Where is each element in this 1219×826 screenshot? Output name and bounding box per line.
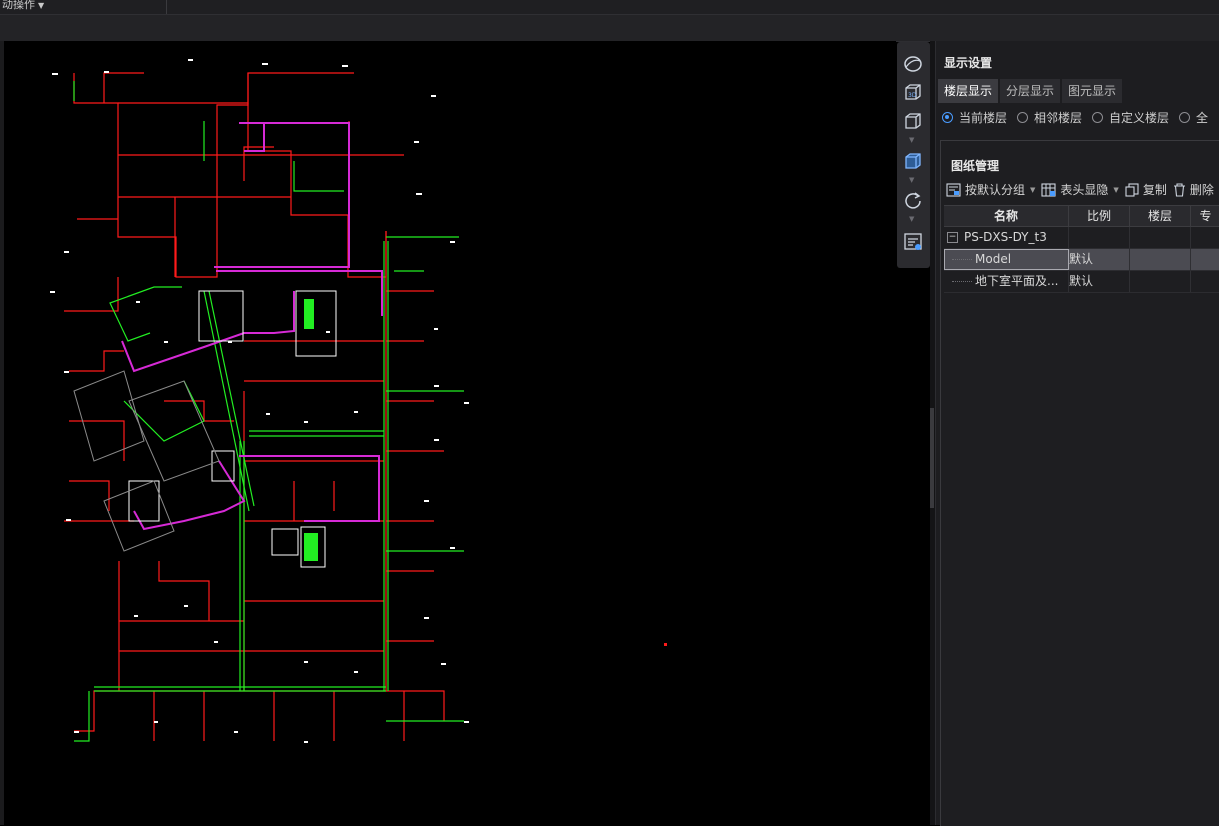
drawing-toolbar: 按默认分组 ▼ 表头显隐 ▼ 复制 删除 <box>946 181 1219 198</box>
radio-label: 当前楼层 <box>959 111 1008 125</box>
tree-root-label: PS-DXS-DY_t3 <box>964 230 1047 244</box>
radio-all-floors[interactable]: 全 <box>1179 109 1208 126</box>
radio-label: 自定义楼层 <box>1109 111 1170 125</box>
tab-element-display[interactable]: 图元显示 <box>1062 79 1123 103</box>
section-title: 图纸管理 <box>951 159 1000 173</box>
radio-unchecked-icon <box>1092 112 1104 123</box>
drawing-management-section: 图纸管理 按默认分组 ▼ 表头显隐 ▼ 复制 删除 名称 比例 楼层 专 − P… <box>940 140 1219 826</box>
table-header-icon <box>1041 182 1056 197</box>
copy-label: 复制 <box>1142 183 1167 197</box>
radio-adjacent-floor[interactable]: 相邻楼层 <box>1017 109 1082 126</box>
cube-filled-icon[interactable] <box>902 150 924 172</box>
top-menu-bar: 动操作 ▼ <box>0 0 1219 15</box>
chevron-down-icon[interactable]: ▼ <box>1113 186 1118 194</box>
table-row[interactable]: − PS-DXS-DY_t3 <box>944 227 1219 249</box>
delete-label: 删除 <box>1189 183 1214 197</box>
operation-menu[interactable]: 动操作 ▼ <box>2 0 44 12</box>
drawing-canvas[interactable] <box>4 41 896 825</box>
radio-unchecked-icon <box>1017 112 1029 123</box>
scale-cell <box>1069 227 1130 248</box>
column-name[interactable]: 名称 <box>944 206 1069 226</box>
radio-label: 全 <box>1196 111 1209 125</box>
group-icon <box>946 182 961 197</box>
column-discipline[interactable]: 专 <box>1191 206 1219 226</box>
trash-icon <box>1173 182 1186 197</box>
radio-custom-floor[interactable]: 自定义楼层 <box>1092 109 1169 126</box>
red-pipe-lines <box>64 72 445 741</box>
operation-menu-label: 动操作 <box>2 0 35 11</box>
view-toolbar: 3D ▼ ▼ ▼ <box>897 42 930 268</box>
discipline-cell[interactable] <box>1191 249 1219 270</box>
discipline-cell[interactable] <box>1191 271 1219 292</box>
tab-floor-display[interactable]: 楼层显示 <box>938 79 999 103</box>
radio-current-floor[interactable]: 当前楼层 <box>942 109 1007 126</box>
column-floor[interactable]: 楼层 <box>1130 206 1191 226</box>
cad-drawing <box>50 59 667 743</box>
chevron-down-icon[interactable]: ▼ <box>909 176 914 184</box>
floor-cell <box>1130 227 1191 248</box>
table-row[interactable]: 地下室平面及... 默认 <box>944 271 1219 293</box>
orbit-icon[interactable] <box>902 53 924 75</box>
panel-title: 显示设置 <box>944 56 993 70</box>
group-by-default-label: 按默认分组 <box>965 183 1026 197</box>
drawing-name-cell[interactable]: 地下室平面及... <box>944 271 1069 292</box>
display-settings-panel: 显示设置 楼层显示 分层显示 图元显示 当前楼层 相邻楼层 自定义楼层 全 图纸… <box>935 41 1219 826</box>
tab-layer-display[interactable]: 分层显示 <box>1000 79 1061 103</box>
green-lines <box>73 81 464 742</box>
table-header: 名称 比例 楼层 专 <box>944 205 1219 227</box>
toolbar-divider <box>166 0 167 14</box>
chevron-down-icon[interactable]: ▼ <box>1030 186 1035 194</box>
scale-cell[interactable]: 默认 <box>1069 271 1130 292</box>
3d-view-icon[interactable]: 3D <box>902 81 924 103</box>
floor-radio-group: 当前楼层 相邻楼层 自定义楼层 全 <box>942 109 1218 126</box>
splitter-handle[interactable] <box>930 408 934 508</box>
copy-icon <box>1125 182 1139 197</box>
floor-cell[interactable] <box>1130 249 1191 270</box>
stray-point <box>664 643 667 646</box>
tree-root-cell: − PS-DXS-DY_t3 <box>944 227 1069 248</box>
toggle-header-button[interactable]: 表头显隐 ▼ <box>1041 181 1119 198</box>
structure-outline <box>73 370 220 552</box>
toggle-header-label: 表头显隐 <box>1060 183 1109 197</box>
collapse-icon[interactable]: − <box>947 232 958 243</box>
group-by-default-button[interactable]: 按默认分组 ▼ <box>946 181 1035 198</box>
display-tabs: 楼层显示 分层显示 图元显示 <box>938 79 1124 103</box>
chevron-down-icon[interactable]: ▼ <box>909 136 914 144</box>
drawing-table: 名称 比例 楼层 专 − PS-DXS-DY_t3 Model 默认 地下室平面… <box>944 205 1219 293</box>
discipline-cell <box>1191 227 1219 248</box>
magenta-walls <box>121 122 383 531</box>
radio-label: 相邻楼层 <box>1034 111 1083 125</box>
radio-checked-icon <box>942 112 953 123</box>
copy-button[interactable]: 复制 <box>1125 181 1167 198</box>
radio-unchecked-icon <box>1179 112 1191 123</box>
floor-cell[interactable] <box>1130 271 1191 292</box>
properties-icon[interactable] <box>902 231 924 253</box>
cube-view-icon[interactable] <box>902 110 924 132</box>
drawing-name-cell[interactable]: Model <box>944 249 1069 270</box>
delete-button[interactable]: 删除 <box>1173 181 1214 198</box>
chevron-down-icon[interactable]: ▼ <box>909 215 914 223</box>
ribbon-strip <box>0 15 1219 42</box>
chevron-down-icon: ▼ <box>38 1 45 10</box>
svg-text:3D: 3D <box>908 92 917 99</box>
rotate-icon[interactable] <box>902 189 924 211</box>
column-scale[interactable]: 比例 <box>1069 206 1130 226</box>
scale-cell[interactable]: 默认 <box>1069 249 1130 270</box>
table-row[interactable]: Model 默认 <box>944 249 1219 271</box>
